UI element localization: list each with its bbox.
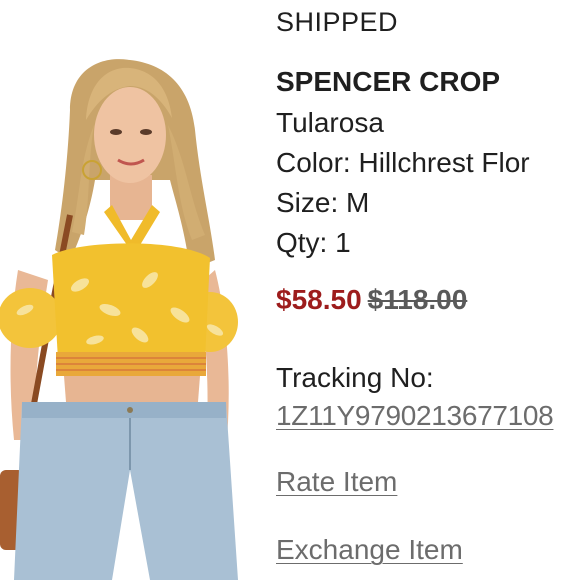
shipment-status: SHIPPED: [276, 7, 399, 37]
product-quantity: Qty: 1: [276, 227, 351, 258]
product-size: Size: M: [276, 187, 370, 218]
brand-name: Tularosa: [276, 107, 384, 138]
original-price: $118.00: [367, 284, 468, 315]
order-item-details: SHIPPED SPENCER CROP Tularosa Color: Hil…: [276, 0, 580, 580]
tracking-label: Tracking No:: [276, 362, 434, 393]
sale-price: $58.50: [276, 284, 362, 315]
product-color: Color: Hillchrest Flor: [276, 147, 530, 178]
product-name: SPENCER CROP: [276, 66, 501, 97]
price-row: $58.50 $118.00: [276, 284, 467, 316]
exchange-item-link[interactable]: Exchange Item: [276, 534, 463, 566]
rate-item-link[interactable]: Rate Item: [276, 466, 397, 498]
tracking-number-link[interactable]: 1Z11Y9790213677108: [276, 400, 554, 432]
product-image[interactable]: [0, 0, 262, 580]
